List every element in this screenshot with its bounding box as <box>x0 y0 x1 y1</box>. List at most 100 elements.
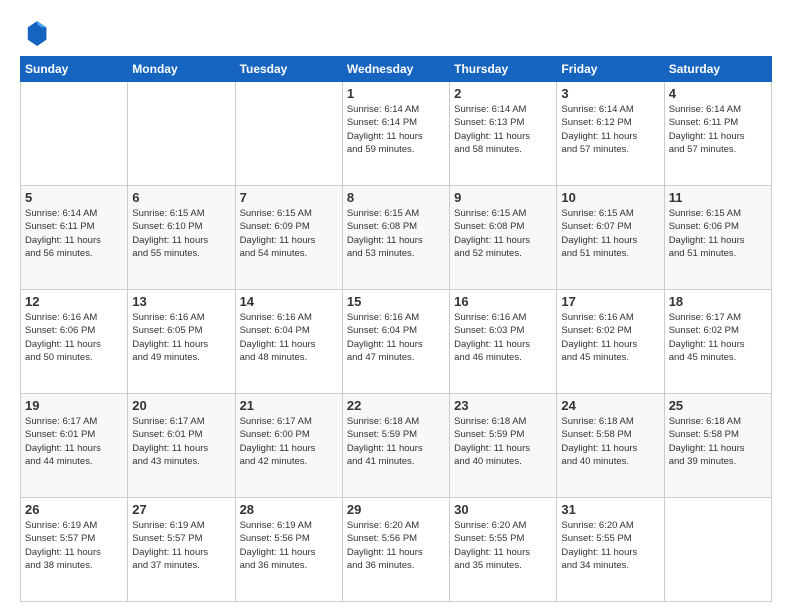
day-info: Sunrise: 6:15 AM Sunset: 6:06 PM Dayligh… <box>669 207 767 260</box>
day-number: 20 <box>132 398 230 413</box>
calendar-cell: 1 Sunrise: 6:14 AM Sunset: 6:14 PM Daylig… <box>342 82 449 186</box>
day-info: Sunrise: 6:18 AM Sunset: 5:58 PM Dayligh… <box>561 415 659 468</box>
day-number: 31 <box>561 502 659 517</box>
day-number: 1 <box>347 86 445 101</box>
weekday-friday: Friday <box>557 57 664 82</box>
day-number: 28 <box>240 502 338 517</box>
day-info: Sunrise: 6:14 AM Sunset: 6:11 PM Dayligh… <box>25 207 123 260</box>
calendar-cell: 27 Sunrise: 6:19 AM Sunset: 5:57 PM Dayli… <box>128 498 235 602</box>
header <box>20 18 772 46</box>
day-number: 15 <box>347 294 445 309</box>
calendar-cell: 28 Sunrise: 6:19 AM Sunset: 5:56 PM Dayli… <box>235 498 342 602</box>
calendar-cell: 26Sunrise: 6:19 AM Sunset: 5:57 PM Dayli… <box>21 498 128 602</box>
calendar-cell: 6 Sunrise: 6:15 AM Sunset: 6:10 PM Daylig… <box>128 186 235 290</box>
day-info: Sunrise: 6:14 AM Sunset: 6:12 PM Dayligh… <box>561 103 659 156</box>
day-number: 29 <box>347 502 445 517</box>
day-info: Sunrise: 6:14 AM Sunset: 6:14 PM Dayligh… <box>347 103 445 156</box>
calendar-cell: 25 Sunrise: 6:18 AM Sunset: 5:58 PM Dayli… <box>664 394 771 498</box>
calendar-cell: 30 Sunrise: 6:20 AM Sunset: 5:55 PM Dayli… <box>450 498 557 602</box>
day-number: 24 <box>561 398 659 413</box>
calendar-cell: 16 Sunrise: 6:16 AM Sunset: 6:03 PM Dayli… <box>450 290 557 394</box>
calendar-cell: 18 Sunrise: 6:17 AM Sunset: 6:02 PM Dayli… <box>664 290 771 394</box>
day-info: Sunrise: 6:15 AM Sunset: 6:09 PM Dayligh… <box>240 207 338 260</box>
day-info: Sunrise: 6:15 AM Sunset: 6:08 PM Dayligh… <box>454 207 552 260</box>
day-info: Sunrise: 6:16 AM Sunset: 6:04 PM Dayligh… <box>240 311 338 364</box>
day-info: Sunrise: 6:15 AM Sunset: 6:08 PM Dayligh… <box>347 207 445 260</box>
day-number: 13 <box>132 294 230 309</box>
day-info: Sunrise: 6:16 AM Sunset: 6:02 PM Dayligh… <box>561 311 659 364</box>
day-info: Sunrise: 6:17 AM Sunset: 6:01 PM Dayligh… <box>25 415 123 468</box>
day-number: 30 <box>454 502 552 517</box>
day-info: Sunrise: 6:20 AM Sunset: 5:56 PM Dayligh… <box>347 519 445 572</box>
day-number: 16 <box>454 294 552 309</box>
calendar-cell: 24 Sunrise: 6:18 AM Sunset: 5:58 PM Dayli… <box>557 394 664 498</box>
day-number: 7 <box>240 190 338 205</box>
week-row-2: 5 Sunrise: 6:14 AM Sunset: 6:11 PM Daylig… <box>21 186 772 290</box>
day-info: Sunrise: 6:16 AM Sunset: 6:04 PM Dayligh… <box>347 311 445 364</box>
day-number: 10 <box>561 190 659 205</box>
day-number: 5 <box>25 190 123 205</box>
day-number: 4 <box>669 86 767 101</box>
weekday-thursday: Thursday <box>450 57 557 82</box>
page: SundayMondayTuesdayWednesdayThursdayFrid… <box>0 0 792 612</box>
weekday-sunday: Sunday <box>21 57 128 82</box>
day-number: 12 <box>25 294 123 309</box>
day-number: 17 <box>561 294 659 309</box>
calendar-cell: 5 Sunrise: 6:14 AM Sunset: 6:11 PM Daylig… <box>21 186 128 290</box>
logo-icon <box>20 18 48 46</box>
day-number: 14 <box>240 294 338 309</box>
calendar-cell: 22 Sunrise: 6:18 AM Sunset: 5:59 PM Dayli… <box>342 394 449 498</box>
weekday-monday: Monday <box>128 57 235 82</box>
day-number: 18 <box>669 294 767 309</box>
day-number: 27 <box>132 502 230 517</box>
day-number: 2 <box>454 86 552 101</box>
day-number: 25 <box>669 398 767 413</box>
day-info: Sunrise: 6:15 AM Sunset: 6:07 PM Dayligh… <box>561 207 659 260</box>
day-info: Sunrise: 6:17 AM Sunset: 6:02 PM Dayligh… <box>669 311 767 364</box>
day-info: Sunrise: 6:19 AM Sunset: 5:57 PM Dayligh… <box>132 519 230 572</box>
day-info: Sunrise: 6:19 AM Sunset: 5:56 PM Dayligh… <box>240 519 338 572</box>
day-number: 23 <box>454 398 552 413</box>
week-row-3: 12Sunrise: 6:16 AM Sunset: 6:06 PM Dayli… <box>21 290 772 394</box>
calendar-cell: 15 Sunrise: 6:16 AM Sunset: 6:04 PM Dayli… <box>342 290 449 394</box>
calendar-cell: 4Sunrise: 6:14 AM Sunset: 6:11 PM Daylig… <box>664 82 771 186</box>
calendar-cell: 23 Sunrise: 6:18 AM Sunset: 5:59 PM Dayli… <box>450 394 557 498</box>
week-row-5: 26 Sunrise: 6:19 AM Sunset: 5:57 PM Dayli… <box>21 498 772 602</box>
weekday-tuesday: Tuesday <box>235 57 342 82</box>
day-info: Sunrise: 6:17 AM Sunset: 6:00 PM Dayligh… <box>240 415 338 468</box>
calendar-cell: 9 Sunrise: 6:15 AM Sunset: 6:08 PM Daylig… <box>450 186 557 290</box>
day-info: Sunrise: 6:16 AM Sunset: 6:05 PM Dayligh… <box>132 311 230 364</box>
week-row-4: 19Sunrise: 6:17 AM Sunset: 6:01 PM Dayli… <box>21 394 772 498</box>
day-number: 26 <box>25 502 123 517</box>
calendar-cell: 10 Sunrise: 6:15 AM Sunset: 6:07 PM Dayli… <box>557 186 664 290</box>
day-info: Sunrise: 6:18 AM Sunset: 5:58 PM Dayligh… <box>669 415 767 468</box>
calendar-cell: 14 Sunrise: 6:16 AM Sunset: 6:04 PM Dayli… <box>235 290 342 394</box>
calendar-cell: 13 Sunrise: 6:16 AM Sunset: 6:05 PM Dayli… <box>128 290 235 394</box>
weekday-header-row: SundayMondayTuesdayWednesdayThursdayFrid… <box>21 57 772 82</box>
calendar-cell: 29 Sunrise: 6:20 AM Sunset: 5:56 PM Dayli… <box>342 498 449 602</box>
day-info: Sunrise: 6:15 AM Sunset: 6:10 PM Dayligh… <box>132 207 230 260</box>
calendar-cell: 21Sunrise: 6:17 AM Sunset: 6:00 PM Dayli… <box>235 394 342 498</box>
weekday-wednesday: Wednesday <box>342 57 449 82</box>
calendar-cell: 12Sunrise: 6:16 AM Sunset: 6:06 PM Dayli… <box>21 290 128 394</box>
day-info: Sunrise: 6:16 AM Sunset: 6:03 PM Dayligh… <box>454 311 552 364</box>
day-info: Sunrise: 6:18 AM Sunset: 5:59 PM Dayligh… <box>454 415 552 468</box>
weekday-saturday: Saturday <box>664 57 771 82</box>
calendar-cell <box>235 82 342 186</box>
calendar-cell <box>128 82 235 186</box>
calendar-cell: 20Sunrise: 6:17 AM Sunset: 6:01 PM Dayli… <box>128 394 235 498</box>
day-info: Sunrise: 6:20 AM Sunset: 5:55 PM Dayligh… <box>454 519 552 572</box>
logo <box>20 18 52 46</box>
day-number: 9 <box>454 190 552 205</box>
calendar-cell: 7 Sunrise: 6:15 AM Sunset: 6:09 PM Daylig… <box>235 186 342 290</box>
day-info: Sunrise: 6:14 AM Sunset: 6:13 PM Dayligh… <box>454 103 552 156</box>
day-number: 22 <box>347 398 445 413</box>
day-info: Sunrise: 6:18 AM Sunset: 5:59 PM Dayligh… <box>347 415 445 468</box>
calendar-cell: 31Sunrise: 6:20 AM Sunset: 5:55 PM Dayli… <box>557 498 664 602</box>
day-number: 6 <box>132 190 230 205</box>
calendar-cell <box>21 82 128 186</box>
week-row-1: 1 Sunrise: 6:14 AM Sunset: 6:14 PM Daylig… <box>21 82 772 186</box>
calendar-cell: 11Sunrise: 6:15 AM Sunset: 6:06 PM Dayli… <box>664 186 771 290</box>
calendar-table: SundayMondayTuesdayWednesdayThursdayFrid… <box>20 56 772 602</box>
calendar-cell: 17 Sunrise: 6:16 AM Sunset: 6:02 PM Dayli… <box>557 290 664 394</box>
